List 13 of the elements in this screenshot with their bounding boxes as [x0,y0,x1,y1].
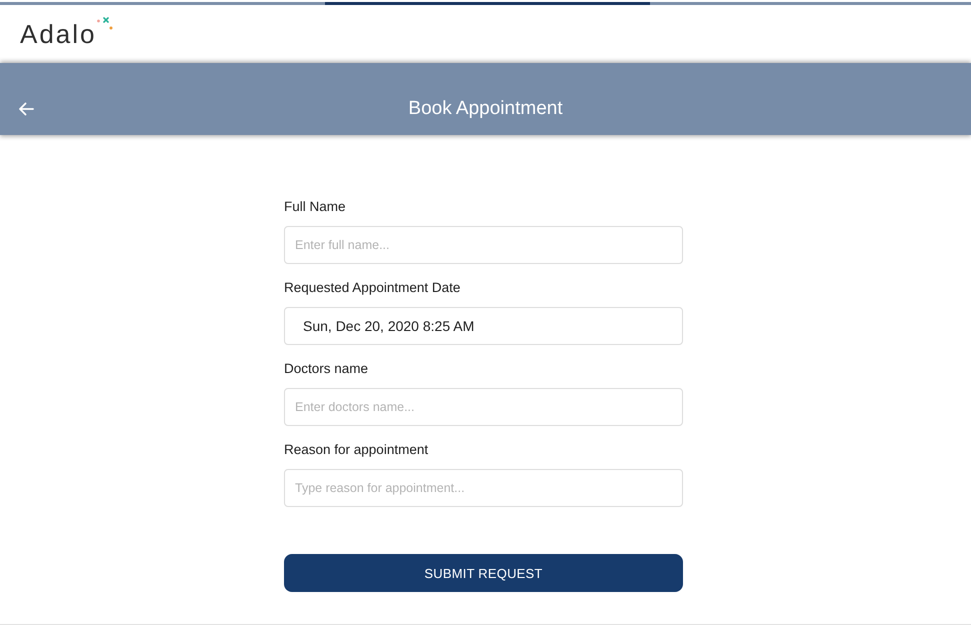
date-field[interactable]: Sun, Dec 20, 2020 8:25 AM [284,307,683,345]
screen-title: Book Appointment [408,98,563,120]
field-label: Doctors name [284,361,368,377]
field-label: Requested Appointment Date [284,280,460,296]
input-field[interactable]: Type reason for appointment... [284,469,683,507]
submit-button[interactable]: SUBMIT REQUEST [284,554,683,592]
input-field[interactable]: Enter doctors name... [284,388,683,426]
field-label: Reason for appointment [284,442,428,458]
field-label: Full Name [284,199,346,215]
back-arrow-icon [18,102,34,116]
sparkle-icon [96,17,112,30]
input-field[interactable]: Enter full name... [284,226,683,264]
logo-text: Adalo [20,20,96,48]
